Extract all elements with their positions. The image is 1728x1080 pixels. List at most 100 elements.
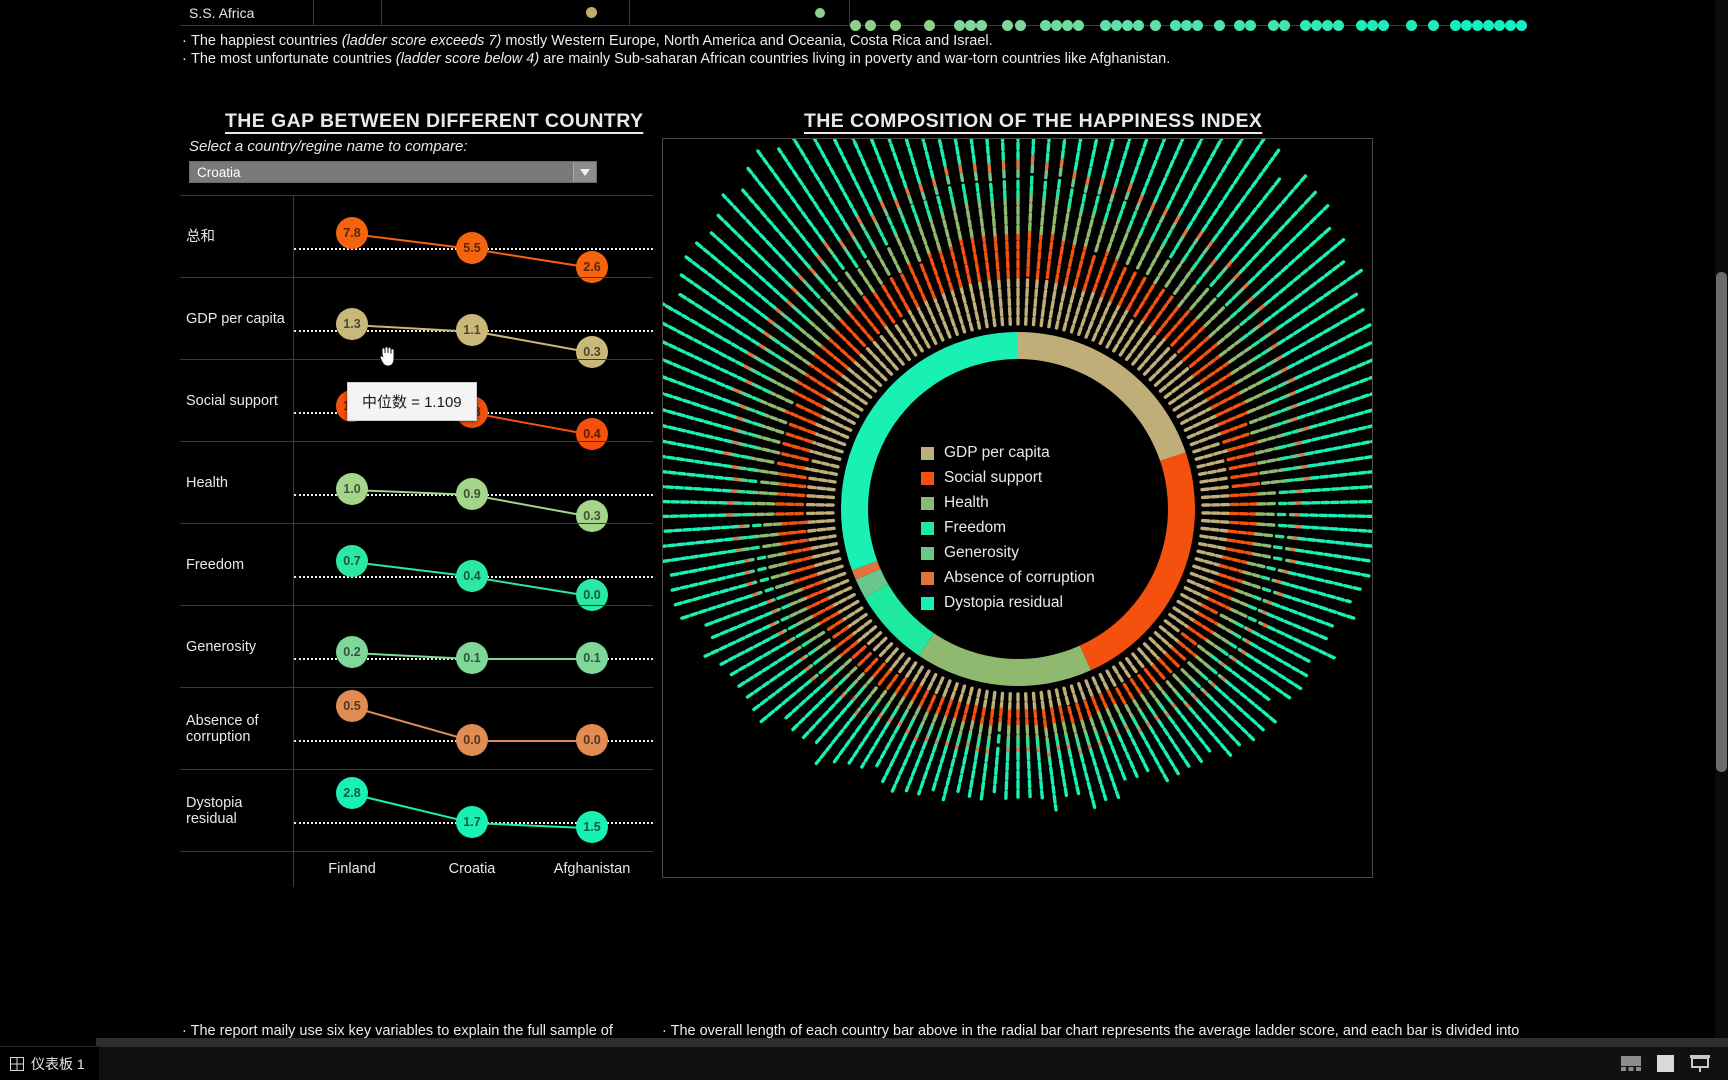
notes-top: · The happiest countries (ladder score ex… bbox=[182, 32, 1482, 68]
value-dot bbox=[850, 19, 861, 31]
value-dot bbox=[976, 19, 987, 31]
legend-label: Social support bbox=[944, 469, 1043, 486]
slope-row-label: Dystopia residual bbox=[186, 794, 243, 827]
value-dot bbox=[1333, 19, 1344, 31]
dashboard-tab[interactable]: 仪表板 1 bbox=[0, 1046, 99, 1080]
note-line-2: · The most unfortunate countries (ladder … bbox=[182, 51, 1171, 67]
slope-point[interactable]: 0.1 bbox=[456, 642, 488, 674]
slope-row-plot: 0.2 0.1 0.1 bbox=[293, 606, 653, 687]
slope-point[interactable]: 0.7 bbox=[336, 545, 368, 578]
value-dot bbox=[1133, 19, 1144, 31]
slope-point[interactable]: 2.8 bbox=[336, 777, 368, 810]
legend-label: Freedom bbox=[944, 519, 1007, 536]
country-select[interactable]: Croatia bbox=[189, 161, 597, 183]
value-dot bbox=[924, 19, 935, 31]
value-dot bbox=[1015, 19, 1026, 31]
slope-point[interactable]: 7.8 bbox=[336, 216, 368, 249]
slope-row: Absence of corruption 0.5 0.0 0.0 bbox=[180, 687, 653, 769]
slope-point[interactable]: 0.9 bbox=[456, 478, 488, 510]
slope-row-label: GDP per capita bbox=[186, 310, 285, 327]
slope-point[interactable]: 0.1 bbox=[576, 642, 608, 674]
value-dot bbox=[1461, 19, 1472, 31]
slope-point[interactable]: 1.1 bbox=[456, 314, 488, 347]
legend-item[interactable]: Dystopia residual bbox=[921, 594, 1095, 612]
slope-segment bbox=[471, 330, 593, 354]
slope-point[interactable]: 5.5 bbox=[456, 232, 488, 264]
value-dot bbox=[1311, 19, 1322, 31]
value-dot bbox=[1450, 19, 1461, 31]
note-2-em: (ladder score below 4) bbox=[395, 51, 540, 67]
slope-row: Dystopia residual 2.8 1.7 1.5 bbox=[180, 769, 653, 851]
radial-chart-legend: GDP per capita Social support Health Fre… bbox=[921, 444, 1095, 619]
value-dot bbox=[1367, 19, 1378, 31]
slope-point[interactable]: 1.0 bbox=[336, 473, 368, 506]
value-dot bbox=[965, 19, 976, 31]
slope-row-plot: 7.8 5.5 2.6 bbox=[293, 196, 653, 283]
presentation-mode-icon[interactable] bbox=[1690, 1054, 1710, 1073]
value-dot bbox=[1245, 19, 1256, 31]
value-dot bbox=[890, 19, 901, 31]
value-dot bbox=[1356, 19, 1367, 31]
slope-point[interactable]: 0.0 bbox=[576, 724, 608, 756]
slope-segment bbox=[471, 412, 593, 436]
slope-segment bbox=[351, 793, 473, 824]
slope-segment bbox=[351, 706, 473, 742]
slope-point[interactable]: 0.4 bbox=[456, 560, 488, 592]
note-2-post: are mainly Sub-saharan African countries… bbox=[539, 51, 1171, 67]
legend-item[interactable]: Generosity bbox=[921, 544, 1095, 562]
value-dot bbox=[1002, 19, 1013, 31]
filmstrip-icon[interactable] bbox=[1621, 1056, 1641, 1071]
value-dot bbox=[1192, 19, 1203, 31]
note-2-pre: The most unfortunate countries bbox=[191, 51, 396, 67]
value-dot bbox=[1268, 19, 1279, 31]
slope-point[interactable]: 1.3 bbox=[336, 307, 368, 340]
country-select-label: Select a country/regine name to compare: bbox=[189, 138, 468, 155]
note-1-pre: The happiest countries bbox=[191, 33, 342, 49]
slope-point[interactable]: 0.2 bbox=[336, 636, 368, 668]
slope-row: Freedom 0.7 0.4 0.0 bbox=[180, 523, 653, 612]
value-dot bbox=[1378, 19, 1389, 31]
row-cell-dot-2 bbox=[630, 0, 850, 26]
slope-point[interactable]: 0.0 bbox=[456, 724, 488, 756]
vertical-scrollbar-thumb[interactable] bbox=[1716, 272, 1727, 772]
value-dot bbox=[1073, 19, 1084, 31]
radial-table-row-ss-africa: S.S. Africa bbox=[180, 0, 1527, 31]
slope-point[interactable]: 1.5 bbox=[576, 811, 608, 844]
slope-point[interactable]: 0.5 bbox=[336, 690, 368, 722]
legend-swatch bbox=[921, 496, 934, 510]
legend-item[interactable]: Social support bbox=[921, 469, 1095, 487]
left-panel-title: THE GAP BETWEEN DIFFERENT COUNTRY bbox=[225, 110, 644, 132]
median-tooltip: 中位数 = 1.109 bbox=[347, 382, 477, 421]
mouse-cursor-icon bbox=[378, 345, 398, 374]
legend-swatch bbox=[921, 446, 934, 460]
slope-row: Generosity 0.2 0.1 0.1 bbox=[180, 605, 653, 687]
slope-chart-grid: 总和 7.8 5.5 2.6 GDP per capita 1.3 1.1 0.3 So… bbox=[180, 195, 653, 887]
right-panel-title: THE COMPOSITION OF THE HAPPINESS INDEX bbox=[804, 110, 1263, 132]
value-dot bbox=[1428, 19, 1439, 31]
legend-swatch bbox=[921, 471, 934, 485]
country-select-value: Croatia bbox=[197, 164, 241, 180]
row-label: S.S. Africa bbox=[180, 0, 314, 26]
slope-row-label: Absence of corruption bbox=[186, 712, 259, 745]
grid-icon bbox=[10, 1056, 24, 1071]
single-pane-icon[interactable] bbox=[1657, 1055, 1674, 1072]
legend-item[interactable]: Freedom bbox=[921, 519, 1095, 537]
legend-item[interactable]: Absence of corruption bbox=[921, 569, 1095, 587]
value-dot bbox=[1494, 19, 1505, 31]
vertical-scrollbar-track[interactable] bbox=[1715, 0, 1728, 1040]
legend-swatch bbox=[921, 546, 934, 560]
taskbar: 仪表板 1 bbox=[0, 1046, 1728, 1080]
value-dot bbox=[1122, 19, 1133, 31]
slope-row-plot: 0.5 0.0 0.0 bbox=[293, 688, 653, 769]
note-line-1: · The happiest countries (ladder score ex… bbox=[182, 33, 993, 49]
axis-spacer bbox=[180, 852, 293, 887]
legend-item[interactable]: Health bbox=[921, 494, 1095, 512]
legend-label: Generosity bbox=[944, 544, 1019, 561]
value-dot bbox=[586, 6, 597, 18]
value-dot bbox=[1516, 19, 1527, 31]
legend-label: Absence of corruption bbox=[944, 569, 1095, 586]
legend-item[interactable]: GDP per capita bbox=[921, 444, 1095, 462]
slope-segment bbox=[471, 494, 593, 518]
slope-point[interactable]: 1.7 bbox=[456, 806, 488, 838]
chevron-down-icon[interactable] bbox=[574, 162, 596, 182]
